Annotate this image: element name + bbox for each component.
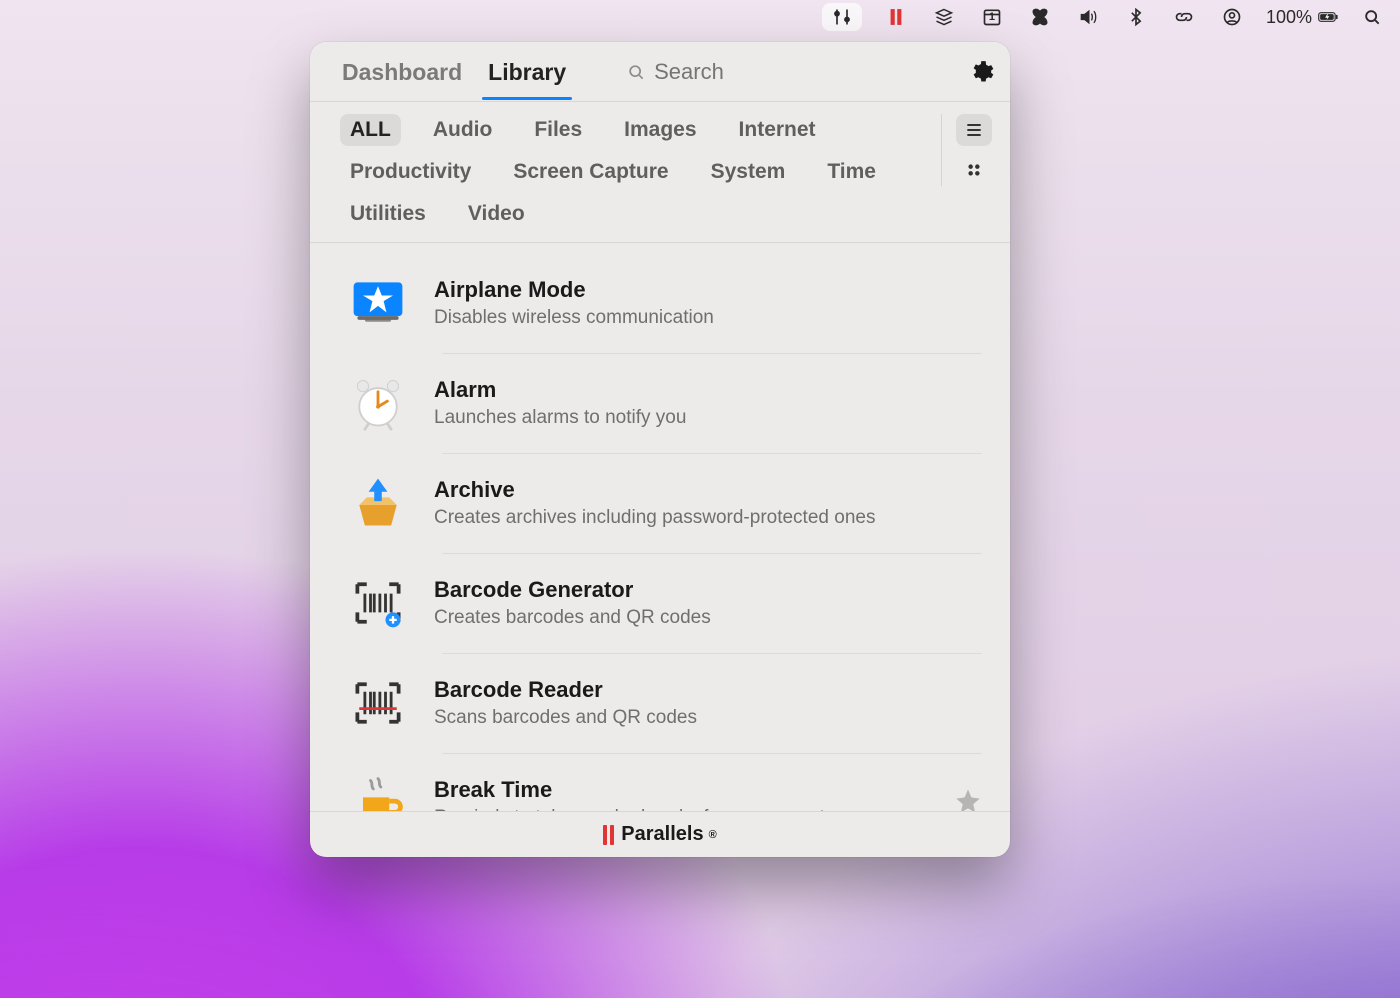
tool-row-barcode-reader[interactable]: Barcode Reader Scans barcodes and QR code… <box>346 653 982 753</box>
tool-meta: Break Time Reminds to take regular breaks… <box>434 777 930 811</box>
favorite-star-icon[interactable] <box>954 787 982 812</box>
window-header: Dashboard Library <box>310 42 1010 102</box>
menubar-parallels-toolbox-icon[interactable] <box>822 3 862 31</box>
view-grid-button[interactable] <box>956 154 992 186</box>
barcode-read-icon <box>346 671 410 735</box>
filter-chip-screen-capture[interactable]: Screen Capture <box>503 156 678 188</box>
filter-chip-utilities[interactable]: Utilities <box>340 198 436 230</box>
filter-chip-files[interactable]: Files <box>524 114 592 146</box>
footer-reg: ® <box>709 829 717 841</box>
tool-meta: Barcode Reader Scans barcodes and QR code… <box>434 677 982 729</box>
archive-icon <box>346 471 410 535</box>
menubar-stack-icon[interactable] <box>930 3 958 31</box>
tool-title: Archive <box>434 477 982 503</box>
tool-title: Barcode Generator <box>434 577 982 603</box>
tool-row-barcode-generator[interactable]: Barcode Generator Creates barcodes and QR… <box>346 553 982 653</box>
filter-chip-internet[interactable]: Internet <box>729 114 826 146</box>
airplane-icon <box>346 271 410 335</box>
filter-chip-system[interactable]: System <box>701 156 796 188</box>
menubar-calendar-icon[interactable]: 1 <box>978 3 1006 31</box>
footer-brand: Parallels <box>621 823 703 846</box>
filter-chip-images[interactable]: Images <box>614 114 706 146</box>
search-input[interactable] <box>654 59 942 85</box>
menubar-bluetooth-icon[interactable] <box>1122 3 1150 31</box>
view-list-button[interactable] <box>956 114 992 146</box>
menubar-parallels-icon[interactable] <box>882 3 910 31</box>
tool-desc: Launches alarms to notify you <box>434 407 982 429</box>
list-icon <box>964 120 984 140</box>
barcode-gen-icon <box>346 571 410 635</box>
parallels-toolbox-window: Dashboard Library ALL Audio Files Images Int… <box>310 42 1010 857</box>
tool-title: Airplane Mode <box>434 277 982 303</box>
menubar-volume-icon[interactable] <box>1074 3 1102 31</box>
menubar-butterfly-icon[interactable] <box>1026 3 1054 31</box>
view-toggles <box>941 114 992 186</box>
filter-chip-audio[interactable]: Audio <box>423 114 502 146</box>
window-footer: Parallels ® <box>310 811 1010 857</box>
tool-title: Barcode Reader <box>434 677 982 703</box>
gear-icon <box>968 59 994 85</box>
tool-row-alarm[interactable]: Alarm Launches alarms to notify you <box>346 353 982 453</box>
tab-dashboard[interactable]: Dashboard <box>342 45 462 98</box>
search-icon <box>626 62 646 82</box>
tool-title: Alarm <box>434 377 982 403</box>
tool-row-archive[interactable]: Archive Creates archives including passwo… <box>346 453 982 553</box>
settings-button[interactable] <box>968 58 994 86</box>
tool-meta: Archive Creates archives including passwo… <box>434 477 982 529</box>
break-icon <box>346 771 410 811</box>
tool-desc: Reminds to take regular breaks from a co… <box>434 807 930 811</box>
filter-chip-time[interactable]: Time <box>817 156 886 188</box>
parallels-logo-icon <box>603 825 614 845</box>
tab-library[interactable]: Library <box>488 45 566 98</box>
tool-desc: Creates barcodes and QR codes <box>434 607 982 629</box>
macos-menubar: 1 100% <box>0 0 1400 34</box>
filter-chip-video[interactable]: Video <box>458 198 535 230</box>
tool-desc: Creates archives including password-prot… <box>434 507 982 529</box>
tool-desc: Scans barcodes and QR codes <box>434 707 982 729</box>
menubar-calendar-day: 1 <box>978 11 1006 23</box>
tool-meta: Airplane Mode Disables wireless communica… <box>434 277 982 329</box>
tool-title: Break Time <box>434 777 930 803</box>
tool-desc: Disables wireless communication <box>434 307 982 329</box>
filter-chip-all[interactable]: ALL <box>340 114 401 146</box>
filter-bar: ALL Audio Files Images Internet Productivity S… <box>310 102 1010 243</box>
menubar-battery-status[interactable]: 100% <box>1266 3 1338 31</box>
alarm-icon <box>346 371 410 435</box>
tool-row-airplane-mode[interactable]: Airplane Mode Disables wireless communica… <box>346 253 982 353</box>
grid-icon <box>964 160 984 180</box>
menubar-link-icon[interactable] <box>1170 3 1198 31</box>
battery-percent-label: 100% <box>1266 7 1312 28</box>
tool-meta: Alarm Launches alarms to notify you <box>434 377 982 429</box>
search-field[interactable] <box>626 59 942 85</box>
tools-list[interactable]: Airplane Mode Disables wireless communica… <box>310 243 1010 811</box>
menubar-spotlight-icon[interactable] <box>1358 3 1386 31</box>
tool-row-break-time[interactable]: Break Time Reminds to take regular breaks… <box>346 753 982 811</box>
filter-chip-productivity[interactable]: Productivity <box>340 156 481 188</box>
tool-meta: Barcode Generator Creates barcodes and QR… <box>434 577 982 629</box>
menubar-user-icon[interactable] <box>1218 3 1246 31</box>
